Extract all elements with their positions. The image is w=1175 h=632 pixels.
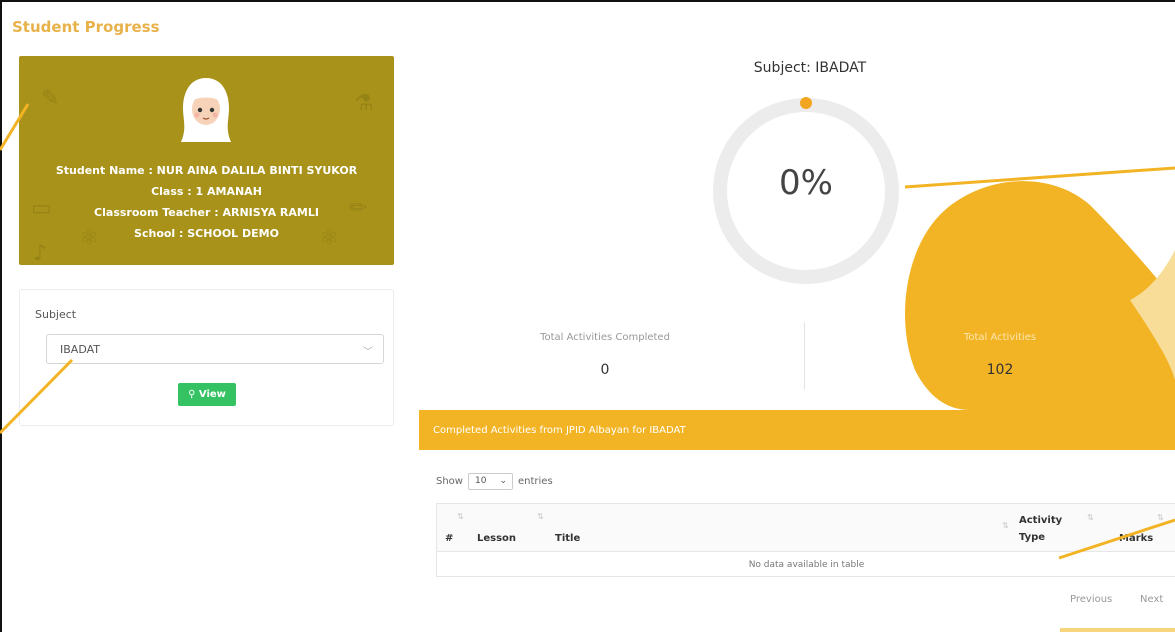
show-entries-control: Show 10 ⌄ entries bbox=[436, 473, 553, 490]
total-activities-label: Total Activities bbox=[963, 332, 1037, 343]
empty-table-message: No data available in table bbox=[748, 560, 865, 570]
sort-icon[interactable]: ⇅ bbox=[537, 512, 544, 521]
entries-per-page-value: 10 bbox=[474, 476, 487, 486]
column-header-activity-type[interactable]: Type bbox=[1019, 530, 1045, 545]
column-header-activity[interactable]: Activity bbox=[1019, 513, 1062, 528]
next-page-button[interactable]: Next bbox=[1140, 594, 1163, 605]
sort-icon[interactable]: ⇅ bbox=[1087, 513, 1094, 522]
completed-activities-label: Total Activities Completed bbox=[540, 332, 670, 343]
chevron-down-icon: ⌄ bbox=[499, 476, 507, 486]
total-activities-value: 102 bbox=[986, 362, 1014, 378]
sort-icon[interactable]: ⇅ bbox=[1002, 521, 1009, 530]
table-header: ⇅ # ⇅ Lesson Title ⇅ Activity Type ⇅ ⇅ M… bbox=[437, 504, 1175, 552]
activities-table: ⇅ # ⇅ Lesson Title ⇅ Activity Type ⇅ ⇅ M… bbox=[436, 503, 1175, 577]
stats-divider bbox=[804, 322, 805, 390]
column-header-marks[interactable]: Marks bbox=[1119, 531, 1153, 546]
previous-page-button[interactable]: Previous bbox=[1070, 594, 1112, 605]
entries-label: entries bbox=[517, 476, 553, 487]
show-label: Show bbox=[436, 476, 463, 487]
bottom-tab-strip bbox=[1060, 628, 1175, 632]
entries-per-page-select[interactable]: 10 ⌄ bbox=[467, 473, 513, 490]
sort-icon[interactable]: ⇅ bbox=[1157, 513, 1164, 522]
column-header-title[interactable]: Title bbox=[555, 531, 580, 546]
sort-icon[interactable]: ⇅ bbox=[457, 512, 464, 521]
progress-subject-heading: Subject: IBADAT bbox=[753, 60, 867, 76]
completed-activities-header: Completed Activities from JPID Albayan f… bbox=[419, 410, 1175, 450]
completed-activities-value: 0 bbox=[600, 362, 610, 378]
progress-percent: 0% bbox=[779, 163, 833, 203]
column-header-number[interactable]: # bbox=[445, 531, 453, 546]
column-header-lesson[interactable]: Lesson bbox=[477, 531, 516, 546]
